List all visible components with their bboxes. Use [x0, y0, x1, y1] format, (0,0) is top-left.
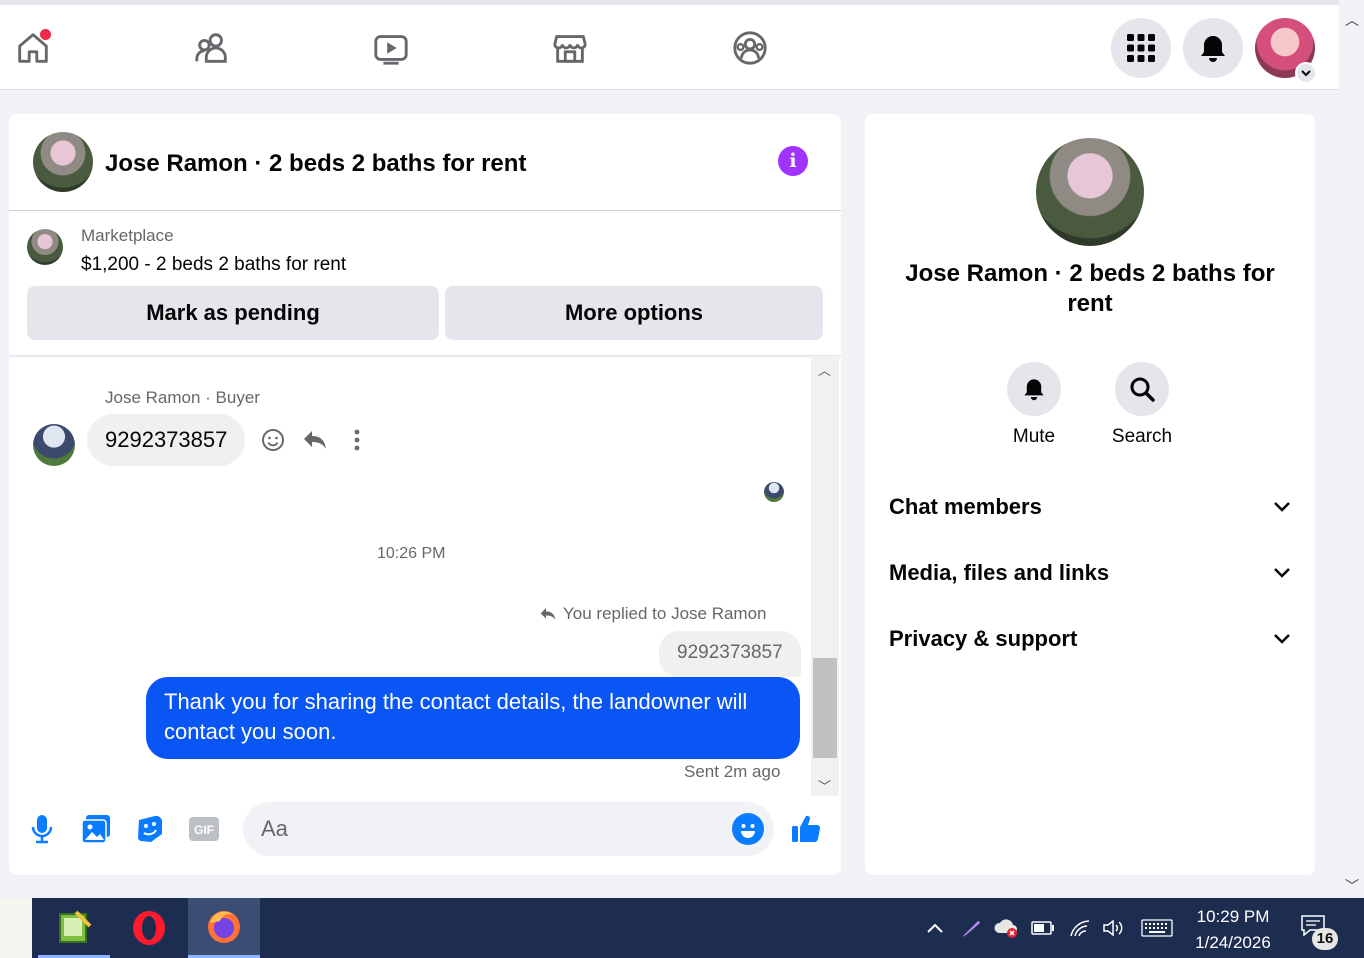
scroll-down-icon[interactable]: ﹀ — [1345, 876, 1359, 896]
chevron-down-icon[interactable] — [1295, 62, 1317, 84]
clock-date: 1/24/2026 — [1195, 933, 1271, 952]
section-label: Privacy & support — [889, 626, 1078, 651]
action-center-button[interactable]: 16 — [1300, 914, 1340, 950]
incoming-message[interactable]: 9292373857 — [87, 414, 246, 466]
chat-scroll-down-icon[interactable]: ﹀ — [818, 776, 831, 795]
search-button[interactable]: Search — [1097, 362, 1187, 448]
tray-cloud-error-icon[interactable] — [993, 916, 1019, 940]
sender-label: Jose Ramon · Buyer — [105, 388, 260, 407]
reply-small-icon — [540, 608, 556, 620]
details-title: Jose Ramon · 2 beds 2 baths for rent — [905, 260, 1275, 317]
windows-taskbar: 10:29 PM 1/24/2026 16 — [0, 898, 1364, 958]
listing-price[interactable]: $1,200 - 2 beds 2 baths for rent — [81, 254, 346, 276]
listing-thumbnail[interactable] — [27, 229, 63, 265]
emoji-icon[interactable] — [732, 813, 764, 845]
chevron-down-icon — [1274, 502, 1290, 512]
gif-icon[interactable]: GIF — [187, 812, 221, 846]
message-timestamp: 10:26 PM — [377, 545, 446, 562]
reply-icon[interactable] — [301, 426, 329, 454]
info-icon[interactable]: i — [778, 146, 808, 176]
outgoing-message[interactable]: Thank you for sharing the contact detail… — [146, 677, 800, 759]
quoted-message[interactable]: 9292373857 — [659, 631, 801, 677]
groups-icon[interactable] — [725, 23, 775, 73]
gif-label: GIF — [194, 823, 214, 837]
scroll-up-icon[interactable]: ︿ — [1345, 10, 1359, 30]
chat-scroll-thumb[interactable] — [813, 658, 837, 758]
clock-time: 10:29 PM — [1196, 907, 1270, 926]
tray-wifi-icon[interactable] — [1067, 916, 1093, 940]
chevron-down-icon — [1274, 568, 1290, 578]
watch-icon[interactable] — [366, 23, 416, 73]
tray-volume-icon[interactable] — [1101, 916, 1127, 940]
reply-indicator: You replied to Jose Ramon — [539, 604, 767, 624]
seen-avatar — [764, 482, 784, 502]
friends-icon[interactable] — [187, 23, 237, 73]
section-label: Chat members — [889, 494, 1042, 519]
taskbar-firefox-icon[interactable] — [188, 898, 260, 958]
photo-icon[interactable] — [79, 812, 113, 846]
chat-panel: Jose Ramon · 2 beds 2 baths for rent i M… — [9, 114, 841, 875]
marketplace-label: Marketplace — [81, 226, 174, 245]
mute-button[interactable]: Mute — [989, 362, 1079, 448]
details-avatar[interactable] — [1036, 138, 1144, 246]
chat-scroll-up-icon[interactable]: ︿ — [818, 360, 831, 379]
message-placeholder[interactable]: Aa — [261, 816, 288, 842]
sent-status: Sent 2m ago — [684, 762, 781, 781]
chevron-down-icon — [1274, 634, 1290, 644]
privacy-support-section[interactable]: Privacy & support — [889, 619, 1291, 659]
search-icon[interactable] — [1115, 362, 1169, 416]
listing-avatar[interactable] — [33, 132, 93, 192]
chat-scrollbar[interactable]: ︿ ﹀ — [811, 356, 839, 796]
tray-feather-icon[interactable] — [958, 916, 984, 940]
tray-battery-icon[interactable] — [1030, 916, 1056, 940]
system-clock[interactable]: 10:29 PM 1/24/2026 — [1178, 904, 1288, 956]
more-options-button[interactable]: More options — [445, 286, 823, 340]
marketplace-banner: Marketplace $1,200 - 2 beds 2 baths for … — [9, 211, 841, 356]
buyer-avatar[interactable] — [33, 424, 75, 466]
bell-icon — [1201, 36, 1225, 62]
search-label: Search — [1111, 426, 1173, 447]
notifications-button[interactable] — [1183, 18, 1243, 78]
mark-pending-button[interactable]: Mark as pending — [27, 286, 439, 340]
page-scrollbar[interactable]: ︿ ﹀ — [1339, 0, 1364, 898]
composer: GIF Aa — [9, 796, 841, 875]
sticker-icon[interactable] — [133, 812, 167, 846]
notification-dot — [40, 29, 51, 40]
chat-header: Jose Ramon · 2 beds 2 baths for rent i — [9, 114, 841, 211]
microphone-icon[interactable] — [25, 812, 59, 846]
tray-overflow-icon[interactable] — [922, 916, 948, 940]
reply-indicator-text: You replied to Jose Ramon — [563, 604, 767, 623]
react-icon[interactable] — [259, 426, 287, 454]
marketplace-icon[interactable] — [545, 23, 595, 73]
grid-icon — [1127, 34, 1155, 62]
section-label: Media, files and links — [889, 560, 1110, 585]
taskbar-app-notes-icon[interactable] — [38, 898, 110, 958]
media-files-section[interactable]: Media, files and links — [889, 553, 1291, 593]
chat-members-section[interactable]: Chat members — [889, 487, 1291, 527]
top-nav — [0, 0, 1339, 90]
bell-icon[interactable] — [1007, 362, 1061, 416]
like-icon[interactable] — [789, 812, 823, 846]
home-icon[interactable] — [8, 23, 58, 73]
mute-label: Mute — [1012, 426, 1056, 447]
menu-grid-button[interactable] — [1111, 18, 1171, 78]
taskbar-opera-icon[interactable] — [113, 898, 185, 958]
message-list: Jose Ramon · Buyer 9292373857 10:26 PM Y… — [9, 356, 841, 796]
message-input[interactable]: Aa — [243, 802, 774, 856]
tray-keyboard-icon[interactable] — [1140, 916, 1174, 940]
desktop-peek[interactable] — [0, 898, 32, 958]
notification-count: 16 — [1312, 928, 1338, 950]
conversation-details: Jose Ramon · 2 beds 2 baths for rent Mut… — [865, 114, 1315, 875]
chat-title[interactable]: Jose Ramon · 2 beds 2 baths for rent — [105, 150, 526, 178]
more-icon[interactable] — [343, 426, 371, 454]
